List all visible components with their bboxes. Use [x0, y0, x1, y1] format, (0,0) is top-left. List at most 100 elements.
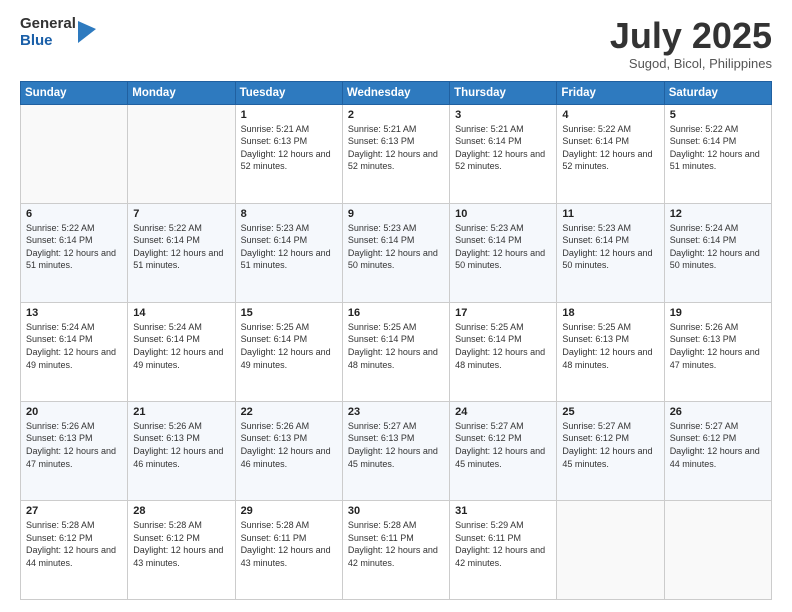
day-number: 7	[133, 208, 229, 220]
day-info: Sunrise: 5:23 AMSunset: 6:14 PMDaylight:…	[348, 222, 444, 272]
day-info: Sunrise: 5:23 AMSunset: 6:14 PMDaylight:…	[562, 222, 658, 272]
calendar-day-cell: 18 Sunrise: 5:25 AMSunset: 6:13 PMDayligh…	[557, 302, 664, 401]
calendar-day-cell: 9Sunrise: 5:23 AMSunset: 6:14 PMDaylight…	[342, 203, 449, 302]
day-number: 30	[348, 505, 444, 517]
calendar-day-cell: 6 Sunrise: 5:22 AMSunset: 6:14 PMDaylight…	[21, 203, 128, 302]
day-info: Sunrise: 5:21 AMSunset: 6:14 PMDaylight:…	[455, 123, 551, 173]
day-info: Sunrise: 5:23 AMSunset: 6:14 PMDaylight:…	[455, 222, 551, 272]
day-info: Sunrise: 5:28 AMSunset: 6:12 PMDaylight:…	[26, 519, 122, 569]
logo-general: General	[20, 16, 76, 33]
day-info: Sunrise: 5:22 AMSunset: 6:14 PMDaylight:…	[562, 123, 658, 173]
day-number: 6	[26, 208, 122, 220]
calendar-week-row: 6 Sunrise: 5:22 AMSunset: 6:14 PMDaylight…	[21, 203, 772, 302]
day-info: Sunrise: 5:25 AMSunset: 6:13 PMDaylight:…	[562, 321, 658, 371]
day-info: Sunrise: 5:26 AMSunset: 6:13 PMDaylight:…	[133, 420, 229, 470]
calendar-day-cell	[557, 500, 664, 599]
day-number: 27	[26, 505, 122, 517]
calendar-table: SundayMondayTuesdayWednesdayThursdayFrid…	[20, 81, 772, 600]
day-of-week-header: Thursday	[450, 81, 557, 104]
day-number: 26	[670, 406, 766, 418]
calendar-day-cell	[21, 104, 128, 203]
day-info: Sunrise: 5:29 AMSunset: 6:11 PMDaylight:…	[455, 519, 551, 569]
calendar-day-cell: 10 Sunrise: 5:23 AMSunset: 6:14 PMDayligh…	[450, 203, 557, 302]
day-number: 13	[26, 307, 122, 319]
calendar-day-cell: 2 Sunrise: 5:21 AMSunset: 6:13 PMDaylight…	[342, 104, 449, 203]
day-number: 21	[133, 406, 229, 418]
day-of-week-header: Wednesday	[342, 81, 449, 104]
day-info: Sunrise: 5:28 AMSunset: 6:12 PMDaylight:…	[133, 519, 229, 569]
day-number: 10	[455, 208, 551, 220]
month-title: July 2025	[610, 16, 772, 56]
logo-text: General Blue	[20, 16, 76, 49]
day-number: 19	[670, 307, 766, 319]
day-number: 22	[241, 406, 337, 418]
day-info: Sunrise: 5:24 AMSunset: 6:14 PMDaylight:…	[670, 222, 766, 272]
day-number: 1	[241, 109, 337, 121]
day-info: Sunrise: 5:26 AMSunset: 6:13 PMDaylight:…	[670, 321, 766, 371]
day-number: 8	[241, 208, 337, 220]
day-info: Sunrise: 5:24 AMSunset: 6:14 PMDaylight:…	[26, 321, 122, 371]
header-row: SundayMondayTuesdayWednesdayThursdayFrid…	[21, 81, 772, 104]
day-number: 23	[348, 406, 444, 418]
calendar-day-cell: 11Sunrise: 5:23 AMSunset: 6:14 PMDayligh…	[557, 203, 664, 302]
calendar-day-cell	[664, 500, 771, 599]
day-info: Sunrise: 5:27 AMSunset: 6:12 PMDaylight:…	[455, 420, 551, 470]
day-info: Sunrise: 5:22 AMSunset: 6:14 PMDaylight:…	[26, 222, 122, 272]
day-number: 29	[241, 505, 337, 517]
calendar-day-cell: 15Sunrise: 5:25 AMSunset: 6:14 PMDayligh…	[235, 302, 342, 401]
day-number: 5	[670, 109, 766, 121]
calendar-day-cell: 25Sunrise: 5:27 AMSunset: 6:12 PMDayligh…	[557, 401, 664, 500]
day-number: 31	[455, 505, 551, 517]
calendar-day-cell: 14Sunrise: 5:24 AMSunset: 6:14 PMDayligh…	[128, 302, 235, 401]
calendar-day-cell: 16Sunrise: 5:25 AMSunset: 6:14 PMDayligh…	[342, 302, 449, 401]
day-info: Sunrise: 5:27 AMSunset: 6:12 PMDaylight:…	[670, 420, 766, 470]
location-subtitle: Sugod, Bicol, Philippines	[610, 56, 772, 71]
calendar-day-cell: 27 Sunrise: 5:28 AMSunset: 6:12 PMDayligh…	[21, 500, 128, 599]
day-info: Sunrise: 5:25 AMSunset: 6:14 PMDaylight:…	[241, 321, 337, 371]
day-of-week-header: Monday	[128, 81, 235, 104]
day-info: Sunrise: 5:23 AMSunset: 6:14 PMDaylight:…	[241, 222, 337, 272]
day-of-week-header: Sunday	[21, 81, 128, 104]
calendar-day-cell: 1 Sunrise: 5:21 AMSunset: 6:13 PMDaylight…	[235, 104, 342, 203]
calendar-day-cell: 13 Sunrise: 5:24 AMSunset: 6:14 PMDayligh…	[21, 302, 128, 401]
calendar-day-cell: 28 Sunrise: 5:28 AMSunset: 6:12 PMDayligh…	[128, 500, 235, 599]
day-info: Sunrise: 5:27 AMSunset: 6:13 PMDaylight:…	[348, 420, 444, 470]
title-block: July 2025 Sugod, Bicol, Philippines	[610, 16, 772, 71]
calendar-day-cell: 17 Sunrise: 5:25 AMSunset: 6:14 PMDayligh…	[450, 302, 557, 401]
day-info: Sunrise: 5:25 AMSunset: 6:14 PMDaylight:…	[455, 321, 551, 371]
calendar-week-row: 13 Sunrise: 5:24 AMSunset: 6:14 PMDayligh…	[21, 302, 772, 401]
day-number: 18	[562, 307, 658, 319]
day-of-week-header: Saturday	[664, 81, 771, 104]
day-info: Sunrise: 5:21 AMSunset: 6:13 PMDaylight:…	[348, 123, 444, 173]
page: General Blue July 2025 Sugod, Bicol, Phi…	[0, 0, 792, 612]
calendar-day-cell: 19 Sunrise: 5:26 AMSunset: 6:13 PMDayligh…	[664, 302, 771, 401]
day-info: Sunrise: 5:21 AMSunset: 6:13 PMDaylight:…	[241, 123, 337, 173]
calendar-day-cell: 20Sunrise: 5:26 AMSunset: 6:13 PMDayligh…	[21, 401, 128, 500]
day-number: 25	[562, 406, 658, 418]
calendar-day-cell: 31 Sunrise: 5:29 AMSunset: 6:11 PMDayligh…	[450, 500, 557, 599]
day-info: Sunrise: 5:26 AMSunset: 6:13 PMDaylight:…	[241, 420, 337, 470]
day-number: 12	[670, 208, 766, 220]
calendar-day-cell: 8 Sunrise: 5:23 AMSunset: 6:14 PMDaylight…	[235, 203, 342, 302]
day-number: 28	[133, 505, 229, 517]
day-number: 24	[455, 406, 551, 418]
calendar-day-cell: 24 Sunrise: 5:27 AMSunset: 6:12 PMDayligh…	[450, 401, 557, 500]
day-number: 17	[455, 307, 551, 319]
logo-icon	[78, 21, 96, 43]
day-of-week-header: Tuesday	[235, 81, 342, 104]
day-number: 20	[26, 406, 122, 418]
day-info: Sunrise: 5:22 AMSunset: 6:14 PMDaylight:…	[670, 123, 766, 173]
day-number: 4	[562, 109, 658, 121]
calendar-day-cell: 7 Sunrise: 5:22 AMSunset: 6:14 PMDaylight…	[128, 203, 235, 302]
calendar-day-cell: 29Sunrise: 5:28 AMSunset: 6:11 PMDayligh…	[235, 500, 342, 599]
calendar-day-cell: 21 Sunrise: 5:26 AMSunset: 6:13 PMDayligh…	[128, 401, 235, 500]
calendar-day-cell: 5 Sunrise: 5:22 AMSunset: 6:14 PMDaylight…	[664, 104, 771, 203]
day-number: 14	[133, 307, 229, 319]
calendar-day-cell: 22 Sunrise: 5:26 AMSunset: 6:13 PMDayligh…	[235, 401, 342, 500]
calendar-week-row: 27 Sunrise: 5:28 AMSunset: 6:12 PMDayligh…	[21, 500, 772, 599]
calendar-day-cell: 30Sunrise: 5:28 AMSunset: 6:11 PMDayligh…	[342, 500, 449, 599]
day-info: Sunrise: 5:25 AMSunset: 6:14 PMDaylight:…	[348, 321, 444, 371]
day-info: Sunrise: 5:22 AMSunset: 6:14 PMDaylight:…	[133, 222, 229, 272]
day-number: 2	[348, 109, 444, 121]
day-of-week-header: Friday	[557, 81, 664, 104]
